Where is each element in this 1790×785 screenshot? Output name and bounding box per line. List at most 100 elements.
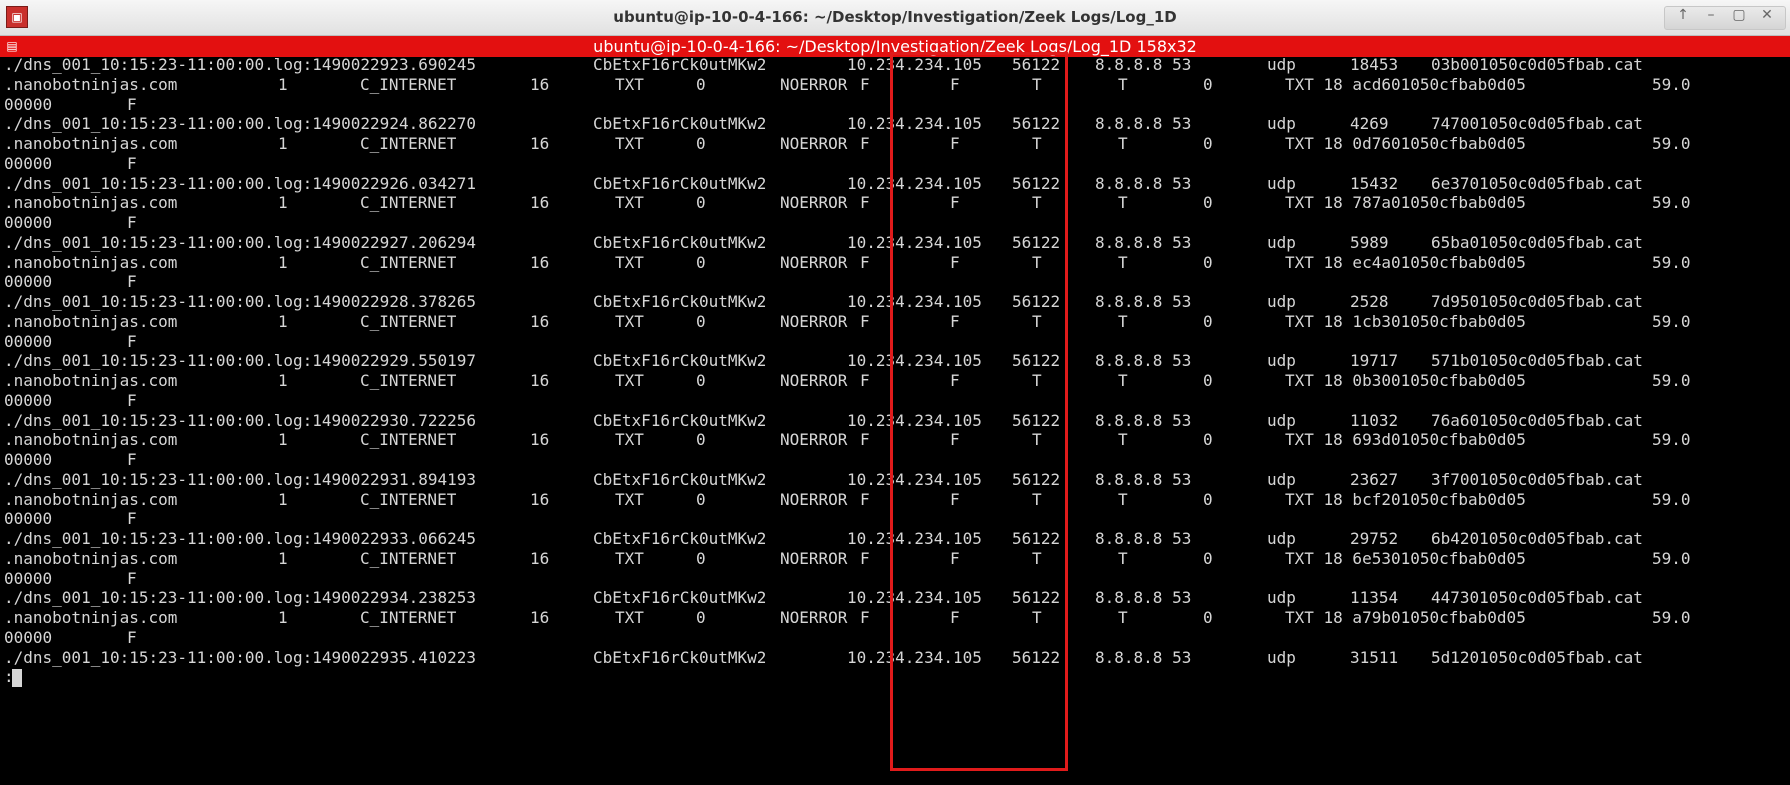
log-field-src: ./dns_001_10:15:23-11:00:00.log:14900229… — [4, 588, 477, 608]
log-field-qtname: TXT — [615, 134, 644, 153]
log-field-uid: CbEtxF16rCk0utMKw2 — [593, 114, 767, 134]
log-field-qhead: 03b001050c0d05fbab.cat — [1431, 55, 1643, 74]
log-field-qtname: TXT — [615, 489, 644, 509]
log-field-uid: CbEtxF16rCk0utMKw2 — [593, 232, 767, 252]
log-field-port: 56122 — [1012, 529, 1061, 548]
log-field-qtype: 16 — [530, 608, 550, 627]
log-field-qtail: .nanobotninjas.com — [4, 608, 178, 627]
log-field-qtype: 16 — [530, 134, 550, 153]
log-field-ip: 10.234.234.105 — [847, 114, 982, 134]
log-field-wrap: 00000 — [4, 213, 53, 232]
log-field-qhead: 76a601050c0d05fbab.cat — [1431, 410, 1643, 430]
log-field-rc: 0 — [696, 134, 706, 153]
log-field-cname: C_INTERNET — [360, 311, 457, 331]
log-field-wrap: 00000 — [4, 568, 53, 588]
log-field-proto: udp — [1267, 410, 1296, 430]
log-field-cname: C_INTERNET — [360, 252, 457, 272]
log-field-last: F — [127, 213, 137, 232]
log-field-proto: udp — [1267, 588, 1296, 608]
log-field-src: ./dns_001_10:15:23-11:00:00.log:14900229… — [4, 114, 477, 134]
log-field-t2: T — [1118, 430, 1128, 450]
log-field-trans: 11032 — [1350, 410, 1399, 430]
log-field-rcname: NOERROR — [780, 608, 848, 627]
log-field-resp: 8.8.8.8 53 — [1095, 529, 1192, 548]
log-field-f2: F — [950, 134, 960, 153]
terminal-output[interactable]: ./dns_001_10:15:23-11:00:00.log:14900229… — [0, 54, 1790, 785]
log-field-z: 0 — [1203, 608, 1213, 627]
log-field-trans: 5989 — [1350, 232, 1389, 252]
log-field-rcname: NOERROR — [780, 193, 848, 213]
log-field-src: ./dns_001_10:15:23-11:00:00.log:14900229… — [4, 410, 477, 430]
pager-prompt-line[interactable]: : — [0, 666, 1790, 688]
log-field-ans: TXT 18 0b3001050cfbab0d05 — [1285, 371, 1526, 390]
shade-icon[interactable]: ↑ — [1669, 7, 1697, 29]
log-field-src: ./dns_001_10:15:23-11:00:00.log:14900229… — [4, 292, 477, 311]
log-field-t2: T — [1118, 371, 1128, 390]
terminal-line: .nanobotninjas.com 1 C_INTERNET 16 TXT 0 NOERR… — [0, 252, 1790, 274]
log-field-ttl: 59.0 — [1652, 252, 1691, 272]
maximize-icon[interactable]: ▢ — [1725, 7, 1753, 29]
log-field-uid: CbEtxF16rCk0utMKw2 — [593, 351, 767, 371]
log-field-f1: F — [860, 489, 870, 509]
log-field-qtname: TXT — [615, 74, 644, 94]
log-field-ttl: 59.0 — [1652, 608, 1691, 627]
log-field-src: ./dns_001_10:15:23-11:00:00.log:14900229… — [4, 55, 477, 74]
log-field-qtname: TXT — [615, 548, 644, 568]
log-field-last: F — [127, 568, 137, 588]
log-field-trans: 11354 — [1350, 588, 1399, 608]
log-field-qhead: 7d9501050c0d05fbab.cat — [1431, 292, 1643, 311]
log-field-c1: 1 — [278, 74, 288, 94]
log-field-t2: T — [1118, 608, 1128, 627]
log-field-ans: TXT 18 693d01050cfbab0d05 — [1285, 430, 1526, 450]
log-field-port: 56122 — [1012, 55, 1061, 74]
log-field-port: 56122 — [1012, 114, 1061, 134]
terminal-line: ./dns_001_10:15:23-11:00:00.log:14900229… — [0, 113, 1790, 135]
terminal-line: 00000 F — [0, 331, 1790, 353]
log-field-ans: TXT 18 0d7601050cfbab0d05 — [1285, 134, 1526, 153]
log-field-ttl: 59.0 — [1652, 430, 1691, 450]
log-field-qtype: 16 — [530, 371, 550, 390]
terminal-line: 00000 F — [0, 271, 1790, 293]
log-field-t2: T — [1118, 489, 1128, 509]
log-field-qtname: TXT — [615, 371, 644, 390]
window-titlebar[interactable]: ▣ ubuntu@ip-10-0-4-166: ~/Desktop/Invest… — [0, 0, 1790, 36]
terminal-line: ./dns_001_10:15:23-11:00:00.log:14900229… — [0, 54, 1790, 76]
log-field-ttl: 59.0 — [1652, 311, 1691, 331]
minimize-icon[interactable]: – — [1697, 7, 1725, 29]
log-field-resp: 8.8.8.8 53 — [1095, 469, 1192, 489]
log-field-proto: udp — [1267, 469, 1296, 489]
log-field-f1: F — [860, 193, 870, 213]
log-field-rc: 0 — [696, 252, 706, 272]
log-field-z: 0 — [1203, 311, 1213, 331]
log-field-wrap: 00000 — [4, 450, 53, 469]
terminal-line: .nanobotninjas.com 1 C_INTERNET 16 TXT 0 NOERR… — [0, 311, 1790, 333]
log-field-cname: C_INTERNET — [360, 371, 457, 390]
log-field-t1: T — [1032, 608, 1042, 627]
log-field-proto: udp — [1267, 647, 1296, 667]
terminal-window: ▣ ubuntu@ip-10-0-4-166: ~/Desktop/Invest… — [0, 0, 1790, 785]
log-field-t1: T — [1032, 430, 1042, 450]
log-field-f2: F — [950, 252, 960, 272]
log-field-resp: 8.8.8.8 53 — [1095, 351, 1192, 371]
log-field-ans: TXT 18 787a01050cfbab0d05 — [1285, 193, 1526, 213]
log-field-qhead: 65ba01050c0d05fbab.cat — [1431, 232, 1643, 252]
log-field-last: F — [127, 94, 137, 114]
log-field-wrap: 00000 — [4, 94, 53, 114]
log-field-ttl: 59.0 — [1652, 371, 1691, 390]
close-icon[interactable]: ✕ — [1753, 7, 1781, 29]
log-field-rcname: NOERROR — [780, 134, 848, 153]
log-field-t2: T — [1118, 252, 1128, 272]
log-field-c1: 1 — [278, 548, 288, 568]
log-field-src: ./dns_001_10:15:23-11:00:00.log:14900229… — [4, 647, 477, 667]
log-field-rc: 0 — [696, 371, 706, 390]
log-field-qtype: 16 — [530, 311, 550, 331]
terminal-line: ./dns_001_10:15:23-11:00:00.log:14900229… — [0, 350, 1790, 372]
log-field-qtype: 16 — [530, 489, 550, 509]
log-field-f2: F — [950, 311, 960, 331]
log-field-port: 56122 — [1012, 469, 1061, 489]
terminal-line: ./dns_001_10:15:23-11:00:00.log:14900229… — [0, 232, 1790, 254]
log-field-resp: 8.8.8.8 53 — [1095, 292, 1192, 311]
log-field-t2: T — [1118, 74, 1128, 94]
terminal-line: 00000 F — [0, 94, 1790, 116]
log-field-z: 0 — [1203, 489, 1213, 509]
